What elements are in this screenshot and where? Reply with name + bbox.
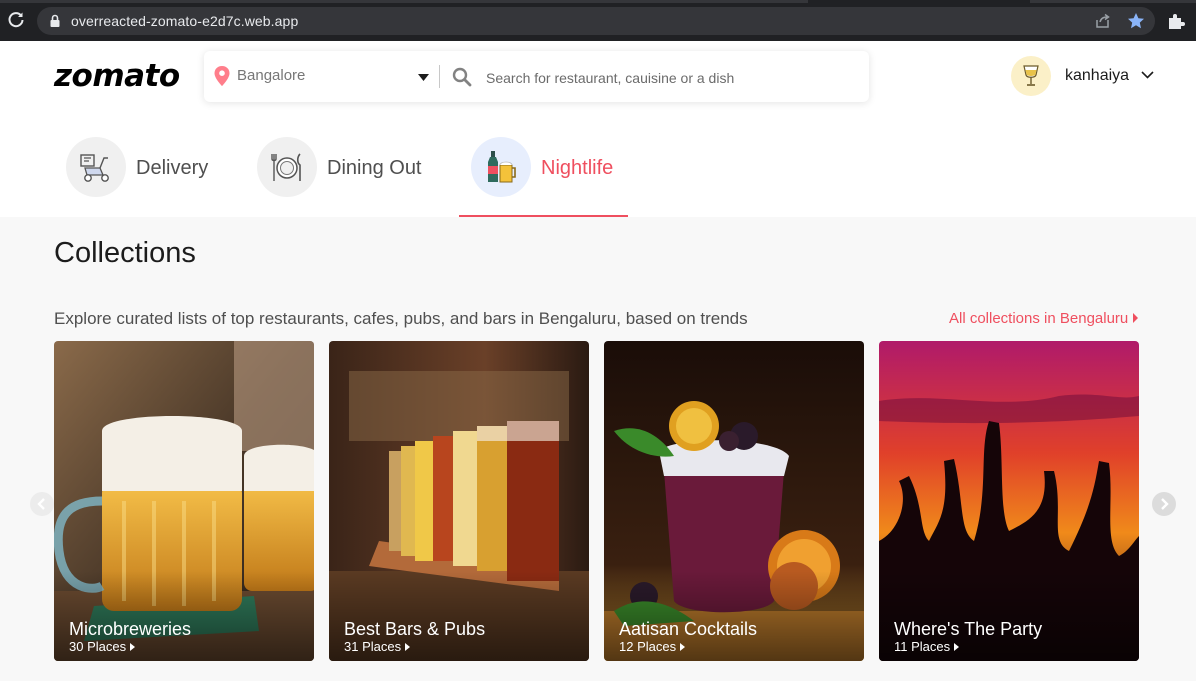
browser-toolbar: overreacted-zomato-e2d7c.web.app [0,0,1196,41]
chevron-left-icon [37,498,45,510]
bookmark-star-icon[interactable] [1127,12,1145,30]
wine-glass-icon [1023,65,1039,86]
chevron-right-icon [1161,498,1169,510]
collection-card-aatisan-cocktails[interactable]: Aatisan Cocktails 12 Places [604,341,864,661]
location-selector[interactable]: Bangalore [237,67,305,84]
tab-dining-icon-circle [257,137,317,197]
delivery-scooter-icon [80,154,109,182]
collections-subtitle: Explore curated lists of top restaurants… [54,309,748,328]
nightlife-drinks-icon [488,151,516,183]
username[interactable]: kanhaiya [1065,67,1129,85]
card-places-count: 12 Places [619,639,677,654]
caret-right-icon [405,643,411,651]
location-pin-icon [214,66,230,86]
card-places: 11 Places [894,639,960,654]
collection-card-microbreweries[interactable]: Microbreweries 30 Places [54,341,314,661]
card-title: Microbreweries [69,619,192,639]
carousel-prev-button[interactable] [30,492,54,516]
avatar[interactable] [1011,56,1051,96]
caret-right-icon [954,643,960,651]
user-menu[interactable]: kanhaiya [1011,56,1161,96]
caret-right-icon [1133,313,1139,323]
browser-tab-strip [1030,0,1196,3]
tab-delivery[interactable]: Delivery [66,137,216,197]
card-places: 31 Places [344,639,411,654]
tab-label: Dining Out [327,157,422,179]
search-input[interactable] [484,64,858,92]
all-collections-label[interactable]: All collections in Bengaluru [949,310,1128,327]
card-places-count: 30 Places [69,639,127,654]
address-bar[interactable]: overreacted-zomato-e2d7c.web.app [37,7,1155,35]
zomato-logo[interactable]: zomato [54,58,180,94]
caret-right-icon [680,643,686,651]
extensions-icon[interactable] [1167,12,1185,30]
search-bar: Bangalore [204,51,869,102]
card-title: Where's The Party [894,619,1043,639]
caret-right-icon [130,643,136,651]
card-places: 12 Places [619,639,686,654]
card-title: Best Bars & Pubs [344,619,486,639]
dining-plate-icon [271,153,301,181]
card-places: 30 Places [69,639,136,654]
chevron-down-icon[interactable] [1141,71,1154,79]
reload-icon[interactable] [7,11,25,29]
tab-label: Nightlife [541,157,614,179]
active-tab-indicator [459,215,628,217]
collections-title: Collections [54,237,196,269]
search-icon [452,67,472,87]
card-places-count: 31 Places [344,639,402,654]
all-collections-link[interactable]: All collections in Bengaluru [949,310,1139,327]
tab-nightlife-icon-circle [471,137,531,197]
card-places-count: 11 Places [894,639,951,654]
search-divider [439,65,440,88]
tab-nightlife[interactable]: Nightlife [471,137,621,197]
collection-card-best-bars-pubs[interactable]: Best Bars & Pubs 31 Places [329,341,589,661]
tab-label: Delivery [136,157,209,179]
tab-dining-out[interactable]: Dining Out [257,137,427,197]
share-icon[interactable] [1095,13,1111,29]
lock-icon [50,14,60,27]
tab-delivery-icon-circle [66,137,126,197]
collection-card-wheres-the-party[interactable]: Where's The Party 11 Places [879,341,1139,661]
browser-tab-strip [0,0,808,3]
carousel-next-button[interactable] [1152,492,1176,516]
card-title: Aatisan Cocktails [619,619,758,639]
url-text[interactable]: overreacted-zomato-e2d7c.web.app [71,13,298,29]
caret-down-icon[interactable] [418,74,429,81]
